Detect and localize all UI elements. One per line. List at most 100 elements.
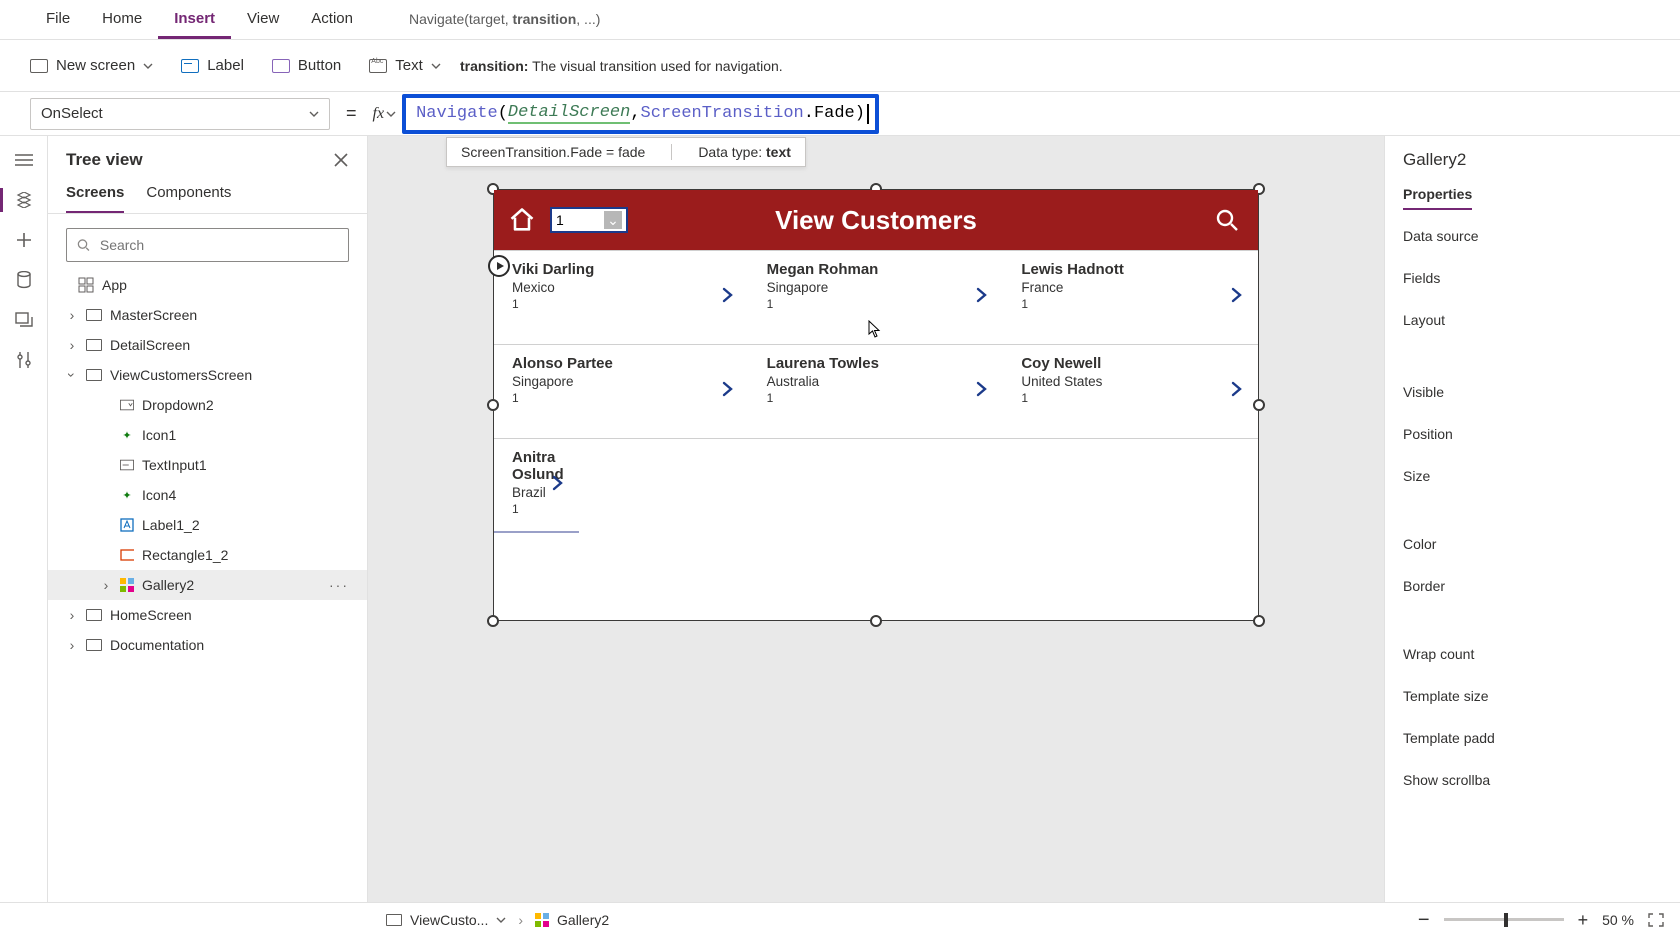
gallery-item[interactable]: Alonso Partee Singapore 1 (494, 345, 749, 439)
main-area: Tree view Screens Components App › Maste… (0, 136, 1680, 902)
tree-node-icon4[interactable]: ✦ Icon4 (48, 480, 367, 510)
screen-icon (86, 639, 102, 651)
search-icon (77, 238, 90, 252)
gallery-item[interactable]: Laurena Towles Australia 1 (749, 345, 1004, 439)
tree-node-viewcustomersscreen[interactable]: › ViewCustomersScreen (48, 360, 367, 390)
prop-show-scrollbar[interactable]: Show scrollba (1403, 764, 1662, 796)
top-nav: File Home Insert View Action Navigate(ta… (0, 0, 1680, 40)
properties-tab[interactable]: Properties (1403, 186, 1472, 210)
close-icon[interactable] (333, 152, 349, 168)
tree-search[interactable] (66, 228, 349, 262)
gallery-icon (120, 578, 134, 592)
chevron-right-icon[interactable] (549, 475, 565, 491)
zoom-slider[interactable] (1444, 918, 1564, 921)
app-header: 1 ⌄ View Customers (494, 190, 1258, 250)
screen-icon (86, 309, 102, 321)
rail-add[interactable] (14, 232, 34, 248)
fit-icon[interactable] (1648, 913, 1664, 927)
prop-position[interactable]: Position (1403, 418, 1662, 450)
tree-node-icon1[interactable]: ✦ Icon1 (48, 420, 367, 450)
prop-visible[interactable]: Visible (1403, 376, 1662, 408)
gallery-item[interactable]: Lewis Hadnott France 1 (1003, 251, 1258, 345)
breadcrumb[interactable]: ViewCusto... › Gallery2 (386, 912, 609, 928)
chevron-down-icon (309, 109, 319, 119)
textinput-icon (120, 458, 134, 472)
rail-media[interactable] (14, 312, 34, 328)
rail-advanced[interactable] (14, 352, 34, 368)
prop-template-size[interactable]: Template size (1403, 680, 1662, 712)
tree-tab-components[interactable]: Components (146, 176, 231, 213)
insert-label-button[interactable]: Label (181, 57, 244, 74)
left-rail (0, 136, 48, 902)
gallery[interactable]: Viki Darling Mexico 1 Megan Rohman Singa… (494, 250, 1258, 533)
equals-label: = (330, 103, 373, 124)
tree-node-label1_2[interactable]: Label1_2 (48, 510, 367, 540)
play-icon[interactable] (488, 255, 510, 277)
tab-action[interactable]: Action (295, 0, 369, 39)
tree-node-masterscreen[interactable]: › MasterScreen (48, 300, 367, 330)
chevron-right-icon[interactable] (973, 381, 989, 397)
chevron-right-icon[interactable] (719, 287, 735, 303)
gallery-item[interactable]: Anitra Oslund Brazil 1 (494, 439, 579, 533)
tab-home[interactable]: Home (86, 0, 158, 39)
formula-signature-hint: Navigate(target, transition, ...) (409, 11, 600, 29)
property-selector[interactable]: OnSelect (30, 98, 330, 130)
tree-tab-screens[interactable]: Screens (66, 176, 124, 213)
icon-icon: ✦ (120, 488, 134, 502)
tree-node-textinput1[interactable]: TextInput1 (48, 450, 367, 480)
prop-template-padd[interactable]: Template padd (1403, 722, 1662, 754)
tree-node-documentation[interactable]: › Documentation (48, 630, 367, 660)
formula-input[interactable]: Navigate(DetailScreen, ScreenTransition.… (402, 94, 879, 134)
more-icon[interactable]: ··· (329, 577, 349, 593)
prop-data-source[interactable]: Data source (1403, 220, 1662, 252)
tab-view[interactable]: View (231, 0, 295, 39)
status-bar: ViewCusto... › Gallery2 − + 50 % (0, 902, 1680, 936)
tree-node-gallery2[interactable]: › Gallery2 ··· (48, 570, 367, 600)
tree-node-rectangle1_2[interactable]: Rectangle1_2 (48, 540, 367, 570)
prop-wrap-count[interactable]: Wrap count (1403, 638, 1662, 670)
chevron-right-icon[interactable] (1228, 287, 1244, 303)
chevron-down-icon (143, 61, 153, 71)
tree-node-dropdown2[interactable]: Dropdown2 (48, 390, 367, 420)
screen-icon (386, 914, 402, 926)
app-preview[interactable]: 1 ⌄ View Customers Viki Darling Mexico 1 (494, 190, 1258, 620)
dropdown-icon (120, 398, 134, 412)
prop-size[interactable]: Size (1403, 460, 1662, 492)
formula-result-tip: ScreenTransition.Fade = fade Data type: … (446, 137, 806, 167)
canvas[interactable]: 1 ⌄ View Customers Viki Darling Mexico 1 (368, 136, 1384, 902)
search-icon[interactable] (1214, 207, 1240, 233)
app-title: View Customers (494, 205, 1258, 236)
rail-hamburger[interactable] (14, 152, 34, 168)
tab-file[interactable]: File (30, 0, 86, 39)
chevron-down-icon (496, 915, 506, 925)
insert-text-button[interactable]: Text (369, 57, 441, 74)
tree-search-input[interactable] (98, 236, 338, 254)
new-screen-button[interactable]: New screen (30, 57, 153, 74)
prop-border[interactable]: Border (1403, 570, 1662, 602)
rail-data[interactable] (14, 272, 34, 288)
gallery-icon (535, 913, 549, 927)
gallery-item[interactable]: Coy Newell United States 1 (1003, 345, 1258, 439)
chevron-right-icon[interactable] (719, 381, 735, 397)
gallery-item[interactable]: Viki Darling Mexico 1 (494, 251, 749, 345)
tab-insert[interactable]: Insert (158, 0, 231, 39)
app-icon (78, 277, 94, 293)
rail-tree-view[interactable] (14, 192, 34, 208)
chevron-right-icon[interactable] (1228, 381, 1244, 397)
prop-layout[interactable]: Layout (1403, 304, 1662, 336)
tree-node-detailscreen[interactable]: › DetailScreen (48, 330, 367, 360)
cursor-icon (868, 320, 882, 338)
chevron-down-icon (431, 61, 441, 71)
chevron-down-icon: › (64, 369, 80, 381)
tree-node-homescreen[interactable]: › HomeScreen (48, 600, 367, 630)
fx-label[interactable]: fx (373, 105, 403, 123)
label-icon (120, 518, 134, 532)
insert-button-button[interactable]: Button (272, 57, 341, 74)
chevron-right-icon[interactable] (973, 287, 989, 303)
insert-ribbon: New screen Label Button Text transition:… (0, 40, 1680, 92)
prop-fields[interactable]: Fields (1403, 262, 1662, 294)
zoom-controls: − + 50 % (1418, 912, 1664, 928)
prop-color[interactable]: Color (1403, 528, 1662, 560)
tree-view-panel: Tree view Screens Components App › Maste… (48, 136, 368, 902)
tree-node-app[interactable]: App (48, 270, 367, 300)
